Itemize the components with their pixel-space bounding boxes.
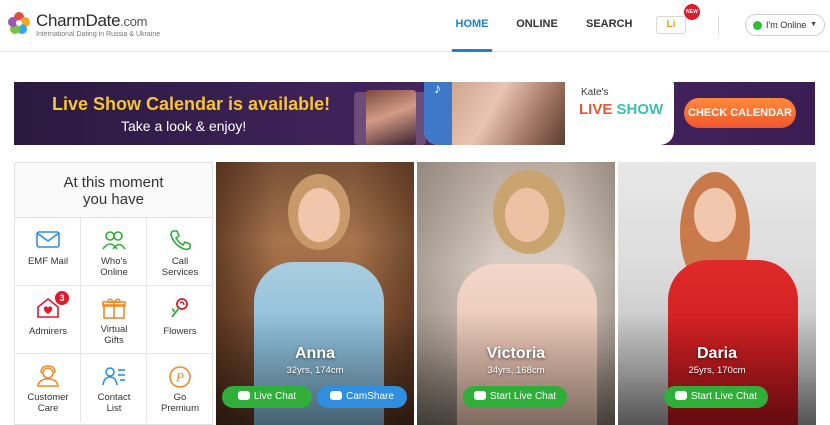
profile-card-anna[interactable]: Anna 32yrs, 174cm Live Chat CamShare	[216, 162, 414, 425]
tile-label: Contact List	[97, 392, 131, 414]
nav-home[interactable]: HOME	[452, 0, 492, 52]
svg-text:P: P	[175, 370, 184, 385]
tile-label: Virtual Gifts	[100, 324, 128, 346]
brand-tagline: International Dating in Russia & Ukraine	[36, 31, 161, 38]
heading-line-2: you have	[83, 191, 144, 208]
chat-bubble-icon	[674, 391, 687, 400]
live-chat-li-icon[interactable]: Li NEW	[656, 4, 700, 36]
live-show-label: LIVE SHOW	[579, 101, 664, 118]
new-badge: NEW	[684, 4, 700, 20]
kate-photo	[450, 82, 565, 145]
nav-search[interactable]: SEARCH	[586, 0, 632, 52]
chat-bubble-icon	[473, 391, 486, 400]
top-header: CharmDate.com International Dating in Ru…	[0, 0, 830, 52]
live-chat-button[interactable]: Live Chat	[222, 386, 312, 408]
header-divider	[718, 15, 719, 35]
check-calendar-button[interactable]: CHECK CALENDAR	[684, 98, 796, 128]
support-agent-icon	[37, 365, 59, 387]
live-show-banner[interactable]: Live Show Calendar is available! Take a …	[14, 82, 815, 145]
tile-emf-mail[interactable]: EMF Mail	[15, 218, 81, 286]
face-shape	[505, 188, 549, 242]
tile-label: Customer Care	[27, 392, 69, 414]
premium-icon: P	[169, 366, 191, 388]
banner-title: Live Show Calendar is available!	[52, 94, 331, 114]
panel-heading: At this moment you have	[15, 163, 212, 218]
tile-call-services[interactable]: Call Services	[147, 218, 213, 286]
start-live-chat-button[interactable]: Start Live Chat	[664, 386, 768, 408]
heading-line-1: At this moment	[63, 174, 164, 191]
camshare-button[interactable]: CamShare	[317, 386, 407, 408]
phone-icon	[170, 230, 191, 251]
profile-name[interactable]: Anna	[216, 345, 414, 363]
tile-label: Flowers	[163, 326, 197, 337]
tile-flowers[interactable]: Flowers	[147, 286, 213, 354]
gift-icon	[102, 298, 126, 319]
mail-icon	[36, 231, 60, 248]
flower-logo-icon	[8, 12, 30, 34]
banner-subtitle: Take a look & enjoy!	[121, 118, 247, 134]
profile-card-daria[interactable]: Daria 25yrs, 170cm Start Live Chat	[618, 162, 816, 425]
chat-bubble-icon	[330, 391, 343, 400]
online-status-dropdown[interactable]: I'm Online ▼	[745, 14, 825, 36]
face-shape	[694, 188, 736, 242]
face-shape	[298, 188, 340, 242]
rose-icon	[171, 298, 188, 318]
profile-card-victoria[interactable]: Victoria 34yrs, 168cm Start Live Chat	[417, 162, 615, 425]
tile-contact-list[interactable]: Contact List	[81, 354, 147, 422]
tile-label: EMF Mail	[27, 256, 69, 267]
chevron-down-icon: ▼	[810, 21, 817, 28]
tile-label: Go Premium	[161, 392, 200, 414]
tile-go-premium[interactable]: P Go Premium	[147, 354, 213, 422]
status-label: I'm Online	[766, 20, 807, 30]
tile-virtual-gifts[interactable]: Virtual Gifts	[81, 286, 147, 354]
tile-label: Admirers	[28, 326, 67, 337]
tile-label: Who's Online	[100, 256, 128, 278]
kates-label: Kate's	[581, 87, 609, 98]
admirers-count-badge: 3	[55, 291, 69, 305]
chat-bubble-icon	[237, 391, 250, 400]
music-note-icon: ♪	[434, 82, 441, 96]
tile-label: Call Services	[161, 256, 199, 278]
tile-customer-care[interactable]: Customer Care	[15, 354, 81, 422]
tile-whos-online[interactable]: Who's Online	[81, 218, 147, 286]
people-icon	[102, 231, 126, 250]
charmdate-logo[interactable]: CharmDate.com International Dating in Ru…	[6, 8, 166, 42]
profile-meta: 32yrs, 174cm	[286, 365, 344, 376]
profile-meta: 34yrs, 168cm	[487, 365, 545, 376]
profile-name[interactable]: Victoria	[417, 345, 615, 363]
li-label: Li	[656, 16, 686, 34]
brand-name: CharmDate.com	[36, 11, 148, 30]
nav-online[interactable]: ONLINE	[516, 0, 558, 52]
start-live-chat-button[interactable]: Start Live Chat	[463, 386, 567, 408]
services-panel: At this moment you have EMF Mail Who's O…	[14, 162, 213, 425]
online-dot-icon	[753, 21, 762, 30]
ticket-photo	[366, 90, 416, 145]
tile-admirers[interactable]: 3 Admirers	[15, 286, 81, 354]
profile-meta: 25yrs, 170cm	[688, 365, 746, 376]
profile-name[interactable]: Daria	[618, 345, 816, 363]
contact-list-icon	[102, 367, 125, 386]
